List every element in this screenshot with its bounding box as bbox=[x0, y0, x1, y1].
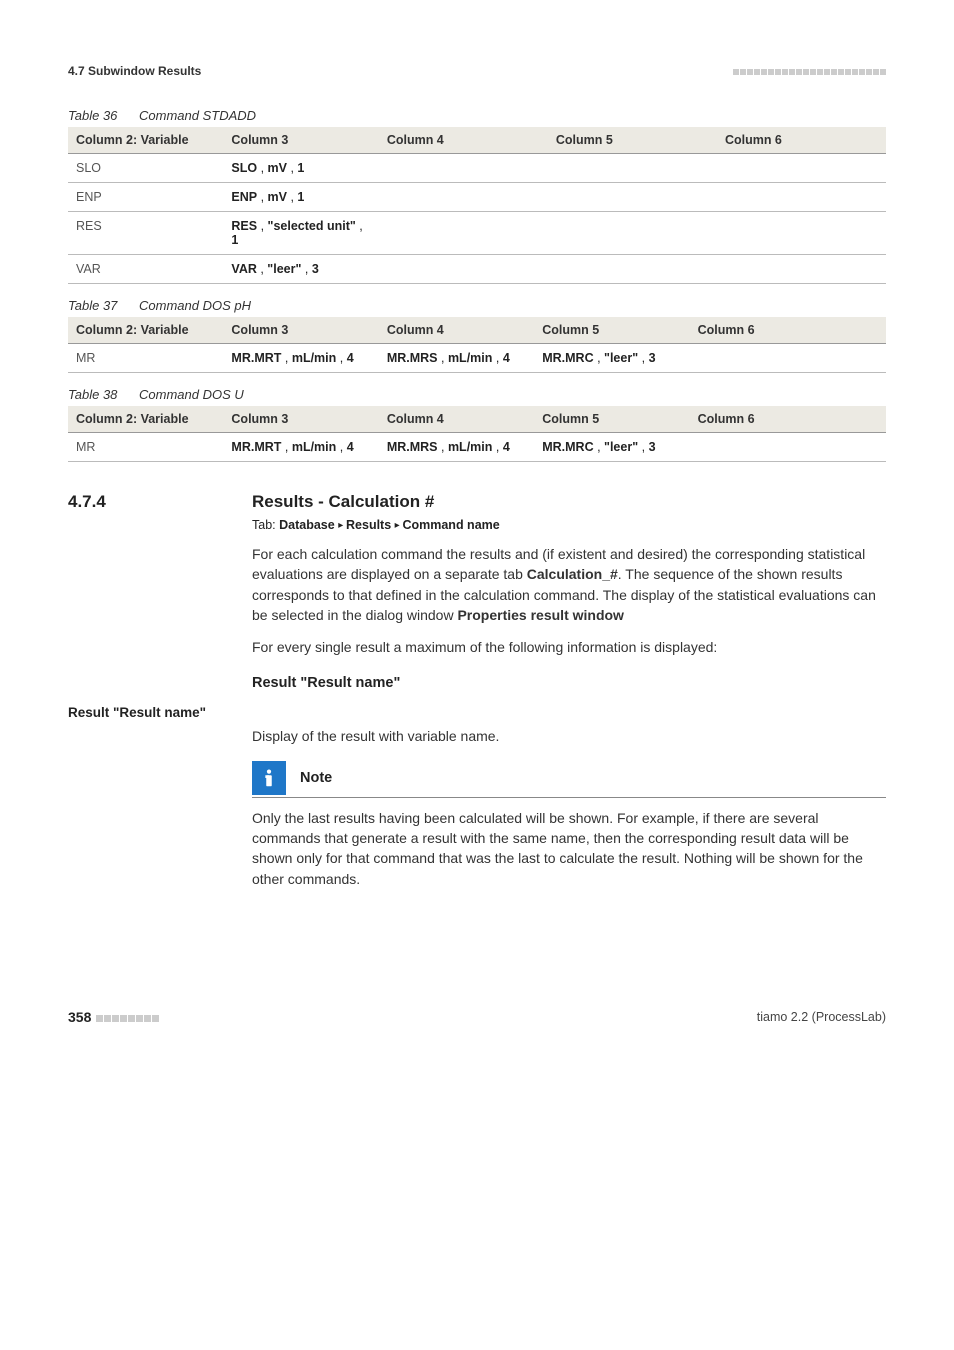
cell-col3: RES , "selected unit" , 1 bbox=[223, 212, 378, 255]
cell-col4: MR.MRS , mL/min , 4 bbox=[379, 344, 534, 373]
table36-h4: Column 5 bbox=[548, 127, 717, 154]
note-block: Note Only the last results having been c… bbox=[252, 761, 886, 889]
table-row: RES RES , "selected unit" , 1 bbox=[68, 212, 886, 255]
table37-h2: Column 3 bbox=[223, 317, 378, 344]
table38: Column 2: Variable Column 3 Column 4 Col… bbox=[68, 406, 886, 462]
section-title: Results - Calculation # bbox=[252, 492, 434, 512]
note-header: Note bbox=[252, 761, 886, 798]
table36-caption: Table 36 Command STDADD bbox=[68, 108, 886, 123]
tab-label: Tab: bbox=[252, 518, 276, 532]
cell-col4: MR.MRS , mL/min , 4 bbox=[379, 433, 534, 462]
table38-h4: Column 5 bbox=[534, 406, 689, 433]
table37-h1: Column 2: Variable bbox=[68, 317, 223, 344]
page: 4.7 Subwindow Results Table 36 Command S… bbox=[0, 0, 954, 1065]
table38-title: Command DOS U bbox=[139, 387, 244, 402]
cell-var: VAR bbox=[68, 255, 223, 284]
note-title: Note bbox=[300, 770, 332, 786]
cell-var: SLO bbox=[68, 154, 223, 183]
section-number: 4.7.4 bbox=[68, 492, 252, 512]
cell-col3: MR.MRT , mL/min , 4 bbox=[223, 344, 378, 373]
table37-caption: Table 37 Command DOS pH bbox=[68, 298, 886, 313]
table-row: MR MR.MRT , mL/min , 4 MR.MRS , mL/min ,… bbox=[68, 344, 886, 373]
cell-var: ENP bbox=[68, 183, 223, 212]
footer-page-number: 358 bbox=[68, 1009, 159, 1025]
tab-seg-3: Command name bbox=[402, 518, 499, 532]
subhead-result-name: Result "Result name" bbox=[252, 675, 886, 691]
section-para-1: For each calculation command the results… bbox=[252, 544, 886, 625]
cell-col3: SLO , mV , 1 bbox=[223, 154, 378, 183]
cell-col5: MR.MRC , "leer" , 3 bbox=[534, 433, 689, 462]
table38-h1: Column 2: Variable bbox=[68, 406, 223, 433]
tab-seg-2: Results bbox=[346, 518, 391, 532]
section-para-2: For every single result a maximum of the… bbox=[252, 637, 886, 657]
cell-var: MR bbox=[68, 344, 223, 373]
header-ornament bbox=[732, 64, 886, 78]
table36: Column 2: Variable Column 3 Column 4 Col… bbox=[68, 127, 886, 284]
field-desc: Display of the result with variable name… bbox=[252, 726, 886, 746]
section-heading: 4.7.4 Results - Calculation # bbox=[68, 492, 886, 512]
table36-h3: Column 4 bbox=[379, 127, 548, 154]
table-row: ENP ENP , mV , 1 bbox=[68, 183, 886, 212]
table36-title: Command STDADD bbox=[139, 108, 256, 123]
header-section-label: 4.7 Subwindow Results bbox=[68, 64, 201, 78]
footer-product: tiamo 2.2 (ProcessLab) bbox=[757, 1010, 886, 1024]
cell-col5: MR.MRC , "leer" , 3 bbox=[534, 344, 689, 373]
table38-h2: Column 3 bbox=[223, 406, 378, 433]
cell-var: MR bbox=[68, 433, 223, 462]
chevron-right-icon: ▸ bbox=[395, 520, 403, 531]
page-header: 4.7 Subwindow Results bbox=[68, 64, 886, 78]
table-row: VAR VAR , "leer" , 3 bbox=[68, 255, 886, 284]
cell-col3: MR.MRT , mL/min , 4 bbox=[223, 433, 378, 462]
table38-h3: Column 4 bbox=[379, 406, 534, 433]
table36-h2: Column 3 bbox=[223, 127, 378, 154]
tab-path: Tab: Database ▸ Results ▸ Command name bbox=[252, 518, 886, 532]
table37: Column 2: Variable Column 3 Column 4 Col… bbox=[68, 317, 886, 373]
table36-number: Table 36 bbox=[68, 108, 117, 123]
info-icon bbox=[252, 761, 286, 795]
table36-h1: Column 2: Variable bbox=[68, 127, 223, 154]
cell-var: RES bbox=[68, 212, 223, 255]
table38-caption: Table 38 Command DOS U bbox=[68, 387, 886, 402]
cell-col3: ENP , mV , 1 bbox=[223, 183, 378, 212]
table37-h5: Column 6 bbox=[690, 317, 886, 344]
table38-h5: Column 6 bbox=[690, 406, 886, 433]
page-footer: 358 tiamo 2.2 (ProcessLab) bbox=[68, 1009, 886, 1025]
table37-h3: Column 4 bbox=[379, 317, 534, 344]
table-row: SLO SLO , mV , 1 bbox=[68, 154, 886, 183]
tab-seg-1: Database bbox=[279, 518, 335, 532]
note-body: Only the last results having been calcul… bbox=[252, 808, 886, 889]
field-label-result-name: Result "Result name" bbox=[68, 705, 886, 720]
cell-col3: VAR , "leer" , 3 bbox=[223, 255, 378, 284]
table36-h5: Column 6 bbox=[717, 127, 886, 154]
table38-number: Table 38 bbox=[68, 387, 117, 402]
table37-h4: Column 5 bbox=[534, 317, 689, 344]
table37-title: Command DOS pH bbox=[139, 298, 251, 313]
table37-number: Table 37 bbox=[68, 298, 117, 313]
table-row: MR MR.MRT , mL/min , 4 MR.MRS , mL/min ,… bbox=[68, 433, 886, 462]
chevron-right-icon: ▸ bbox=[338, 520, 346, 531]
